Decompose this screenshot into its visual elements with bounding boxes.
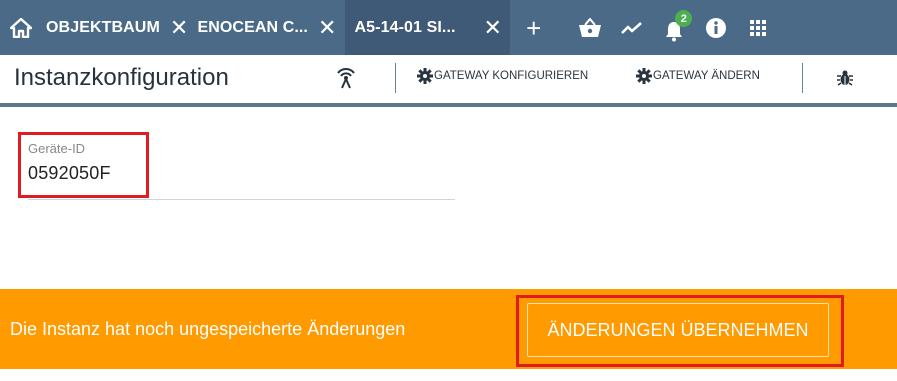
notification-badge: 2 [675, 10, 693, 27]
bottom-strip [0, 369, 897, 381]
page-title: Instanzkonfiguration [14, 64, 229, 91]
tab-a5-14-01[interactable]: A5-14-01 SI... ✕ [344, 0, 511, 55]
change-gateway-label: GATEWAY ÄNDERN [653, 70, 760, 82]
unsaved-changes-message: Die Instanz hat noch ungespeicherte Ände… [10, 319, 406, 339]
tab-objektbaum[interactable]: OBJEKTBAUM ✕ [46, 0, 197, 55]
basket-button[interactable] [569, 0, 611, 55]
close-icon[interactable]: ✕ [318, 16, 337, 39]
signal-button[interactable] [333, 65, 359, 91]
add-tab-button[interactable]: + [526, 15, 541, 41]
configure-gateway-label: GATEWAY KONFIGURIEREN [434, 70, 589, 82]
gear-icon [417, 68, 433, 84]
info-icon [706, 17, 727, 38]
bug-icon [837, 70, 853, 86]
debug-button[interactable] [836, 69, 854, 87]
home-button[interactable] [0, 0, 42, 55]
info-button[interactable] [695, 0, 737, 55]
antenna-signal-icon [337, 68, 355, 89]
top-icon-group: 2 [569, 0, 779, 55]
apps-grid-icon [750, 19, 767, 36]
gear-icon [636, 68, 652, 84]
tab-enocean[interactable]: ENOCEAN C... ✕ [197, 0, 336, 55]
field-underline [28, 199, 455, 200]
page-toolbar: Instanzkonfiguration GATEWAY KONFIGURIER… [0, 55, 897, 107]
close-icon[interactable]: ✕ [484, 16, 503, 39]
toolbar-divider [802, 63, 803, 93]
home-icon [10, 17, 32, 38]
change-gateway-button[interactable]: GATEWAY ÄNDERN [636, 68, 760, 84]
tab-label: OBJEKTBAUM [46, 18, 160, 36]
notifications-button[interactable]: 2 [653, 0, 695, 55]
configure-gateway-button[interactable]: GATEWAY KONFIGURIEREN [417, 68, 588, 84]
basket-icon [579, 17, 602, 37]
top-tab-bar: OBJEKTBAUM ✕ ENOCEAN C... ✕ A5-14-01 SI.… [0, 0, 897, 55]
close-icon[interactable]: ✕ [170, 16, 189, 39]
trend-button[interactable] [611, 0, 653, 55]
tab-label: ENOCEAN C... [197, 18, 308, 36]
highlight-box [18, 132, 149, 198]
highlight-box [516, 295, 844, 367]
tab-label: A5-14-01 SI... [354, 18, 456, 36]
trend-icon [621, 21, 643, 34]
apps-button[interactable] [737, 0, 779, 55]
toolbar-divider [395, 63, 396, 93]
